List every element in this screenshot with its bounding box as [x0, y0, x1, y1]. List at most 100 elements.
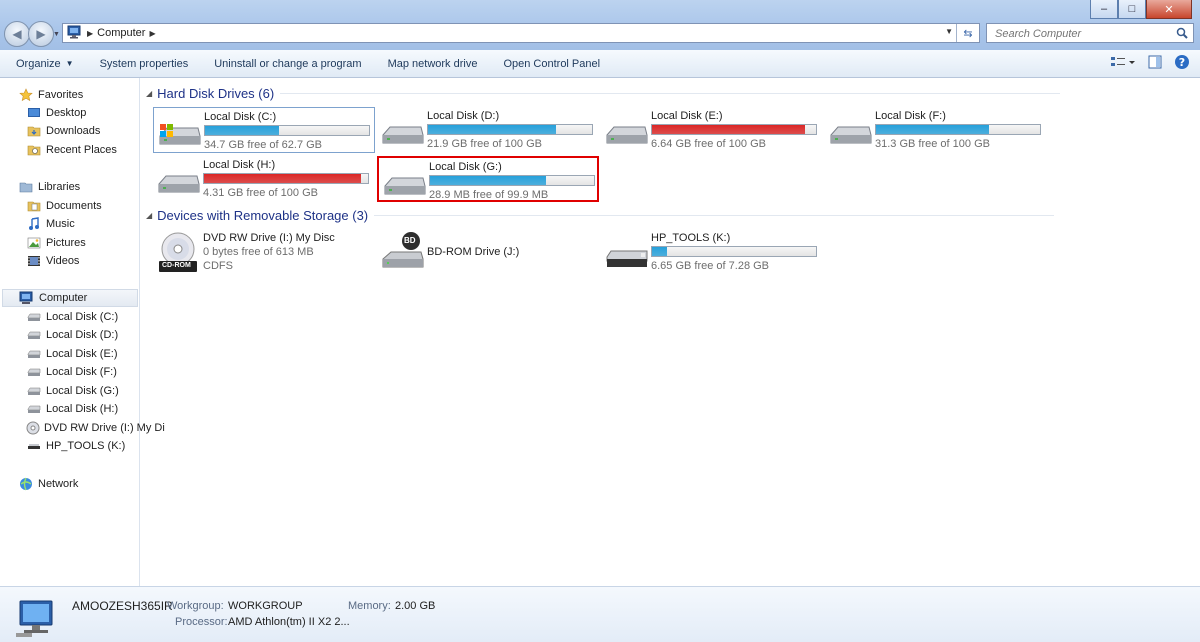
drive-tile[interactable]: Local Disk (C:) 34.7 GB free of 62.7 GB — [153, 107, 375, 153]
drive-name: Local Disk (F:) — [875, 110, 946, 122]
group-hard-disk-drives[interactable]: ◢ Hard Disk Drives (6) — [146, 86, 1061, 101]
drive-tile-bd[interactable]: BD BD-ROM Drive (J:) — [377, 229, 599, 275]
group-divider — [280, 93, 1061, 94]
refresh-button[interactable]: ⇆ — [956, 24, 979, 42]
drive-name: Local Disk (D:) — [427, 110, 500, 122]
title-bar: – □ ✕ ◀ ▶ ▼ ▶ Computer ▶ ▼ ⇆ — [0, 0, 1200, 50]
change-view-button[interactable] — [1110, 55, 1136, 72]
workgroup-value: WORKGROUP — [228, 600, 303, 612]
drive-name: DVD RW Drive (I:) My Disc — [203, 232, 335, 244]
open-control-panel-button[interactable]: Open Control Panel — [490, 50, 613, 77]
view-controls: ? — [1110, 50, 1190, 77]
preview-pane-button[interactable] — [1148, 55, 1162, 72]
drive-name: Local Disk (G:) — [429, 161, 502, 173]
hard-disk-icon — [158, 118, 201, 148]
drive-name: Local Disk (C:) — [204, 111, 277, 123]
group-divider — [374, 215, 1055, 216]
nav-drive-label: Local Disk (C:) — [46, 311, 119, 323]
drive-tile[interactable]: Local Disk (G:) 28.9 MB free of 99.9 MB — [377, 156, 599, 202]
drive-tile[interactable]: Local Disk (H:) 4.31 GB free of 100 GB — [153, 156, 375, 202]
hard-disk-icon — [605, 117, 648, 147]
processor-value: AMD Athlon(tm) II X2 2... — [228, 616, 350, 628]
nav-drive-label: Local Disk (F:) — [46, 366, 117, 378]
forward-button[interactable]: ▶ — [28, 21, 54, 47]
drive-icon — [26, 365, 42, 379]
drive-tile[interactable]: Local Disk (E:) 6.64 GB free of 100 GB — [601, 107, 823, 153]
drive-free-space: 34.7 GB free of 62.7 GB — [204, 139, 323, 151]
breadcrumb-separator-icon[interactable]: ▶ — [87, 29, 93, 38]
drive-usage-bar — [203, 173, 369, 184]
nav-network[interactable]: Network — [0, 475, 157, 493]
nav-drive-label: Local Disk (H:) — [46, 403, 119, 415]
videos-icon — [26, 254, 42, 268]
star-icon — [18, 88, 34, 102]
drive-icon — [26, 384, 42, 398]
drive-name: HP_TOOLS (K:) — [651, 232, 731, 244]
help-icon[interactable]: ? — [1174, 54, 1190, 73]
drive-usage-bar — [204, 125, 370, 136]
pictures-icon — [26, 236, 42, 250]
navigation-pane: Favorites Desktop Downloads Recent Place… — [0, 78, 165, 586]
drive-tile-dvd[interactable]: CD-ROM DVD RW Drive (I:) My Disc 0 bytes… — [153, 229, 375, 275]
recent-pages-dropdown[interactable]: ▼ — [53, 31, 60, 38]
downloads-folder-icon — [26, 124, 42, 138]
uninstall-program-button[interactable]: Uninstall or change a program — [201, 50, 374, 77]
drive-usage-fill — [204, 174, 362, 183]
content-area: ◢ Hard Disk Drives (6) Local Disk (C:) 34… — [140, 78, 1200, 586]
drive-usage-fill — [428, 125, 556, 134]
close-button[interactable]: ✕ — [1146, 0, 1192, 19]
libraries-icon — [18, 180, 34, 194]
computer-icon — [67, 25, 83, 42]
address-dropdown-icon[interactable]: ▼ — [945, 27, 953, 36]
drive-tile-hp-tools[interactable]: HP_TOOLS (K:) 6.65 GB free of 7.28 GB — [601, 229, 823, 275]
drive-free-space: 21.9 GB free of 100 GB — [427, 138, 542, 150]
back-button[interactable]: ◀ — [4, 21, 30, 47]
nav-libraries[interactable]: Libraries — [0, 178, 157, 196]
drive-tile[interactable]: Local Disk (D:) 21.9 GB free of 100 GB — [377, 107, 599, 153]
nav-drive-label: Local Disk (G:) — [46, 385, 119, 397]
drive-free-space: 6.65 GB free of 7.28 GB — [651, 260, 770, 272]
drive-usage-bar — [651, 124, 817, 135]
address-bar[interactable]: ▶ Computer ▶ ▼ ⇆ — [62, 23, 980, 43]
collapse-triangle-icon[interactable]: ◢ — [146, 211, 152, 220]
hard-disk-icon — [381, 117, 424, 147]
nav-computer[interactable]: Computer — [2, 289, 138, 307]
system-properties-button[interactable]: System properties — [87, 50, 202, 77]
drive-usage-fill — [652, 125, 805, 134]
window-controls: – □ ✕ — [1090, 0, 1192, 19]
drive-icon — [26, 421, 40, 435]
drive-free-space: 6.64 GB free of 100 GB — [651, 138, 766, 150]
organize-menu[interactable]: Organize ▼ — [0, 50, 87, 77]
collapse-triangle-icon[interactable]: ◢ — [146, 89, 152, 98]
drive-icon — [26, 328, 42, 342]
details-pane: AMOOZESH365IR Workgroup: WORKGROUP Memor… — [0, 586, 1200, 642]
hard-disk-icon — [157, 166, 200, 196]
search-icon[interactable] — [1176, 27, 1188, 42]
drive-name: Local Disk (E:) — [651, 110, 723, 122]
drive-name: BD-ROM Drive (J:) — [427, 246, 520, 258]
nav-favorites[interactable]: Favorites — [0, 86, 157, 104]
breadcrumb-computer[interactable]: Computer — [97, 27, 145, 39]
back-arrow-icon: ◀ — [12, 27, 22, 41]
workgroup-label: Workgroup: — [167, 600, 224, 612]
map-network-drive-button[interactable]: Map network drive — [375, 50, 491, 77]
maximize-button[interactable]: □ — [1118, 0, 1146, 19]
group-removable-storage[interactable]: ◢ Devices with Removable Storage (3) — [146, 208, 1055, 223]
svg-text:?: ? — [1179, 56, 1185, 69]
nav-drive-label: Local Disk (D:) — [46, 329, 119, 341]
search-input[interactable] — [993, 25, 1177, 43]
breadcrumb-separator-icon[interactable]: ▶ — [149, 29, 155, 38]
memory-label: Memory: — [348, 600, 391, 612]
computer-icon — [19, 291, 35, 305]
drive-filesystem: CDFS — [203, 260, 233, 272]
memory-value: 2.00 GB — [395, 600, 436, 612]
drive-usage-fill — [652, 247, 667, 256]
processor-label: Processor: — [175, 616, 228, 628]
drive-icon — [26, 347, 42, 361]
minimize-button[interactable]: – — [1090, 0, 1118, 19]
drive-tile[interactable]: Local Disk (F:) 31.3 GB free of 100 GB — [825, 107, 1047, 153]
bd-rom-drive-icon: BD — [381, 232, 424, 269]
chevron-down-icon: ▼ — [65, 59, 74, 68]
documents-icon — [26, 199, 42, 213]
recent-places-icon — [26, 143, 42, 157]
